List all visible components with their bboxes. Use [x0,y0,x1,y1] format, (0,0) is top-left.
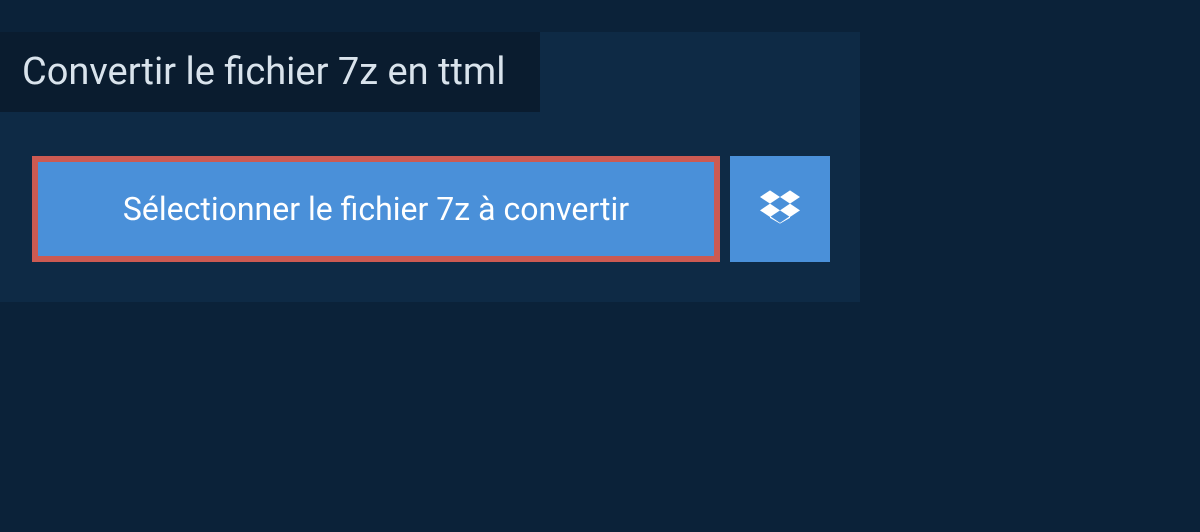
converter-panel: Convertir le fichier 7z en ttml Sélectio… [0,32,860,302]
title-bar: Convertir le fichier 7z en ttml [0,32,540,112]
dropbox-icon [760,187,800,231]
select-file-button[interactable]: Sélectionner le fichier 7z à convertir [32,156,720,262]
page-title: Convertir le fichier 7z en ttml [22,50,506,94]
select-file-label: Sélectionner le fichier 7z à convertir [123,190,629,228]
dropbox-button[interactable] [730,156,830,262]
button-row: Sélectionner le fichier 7z à convertir [32,156,860,262]
